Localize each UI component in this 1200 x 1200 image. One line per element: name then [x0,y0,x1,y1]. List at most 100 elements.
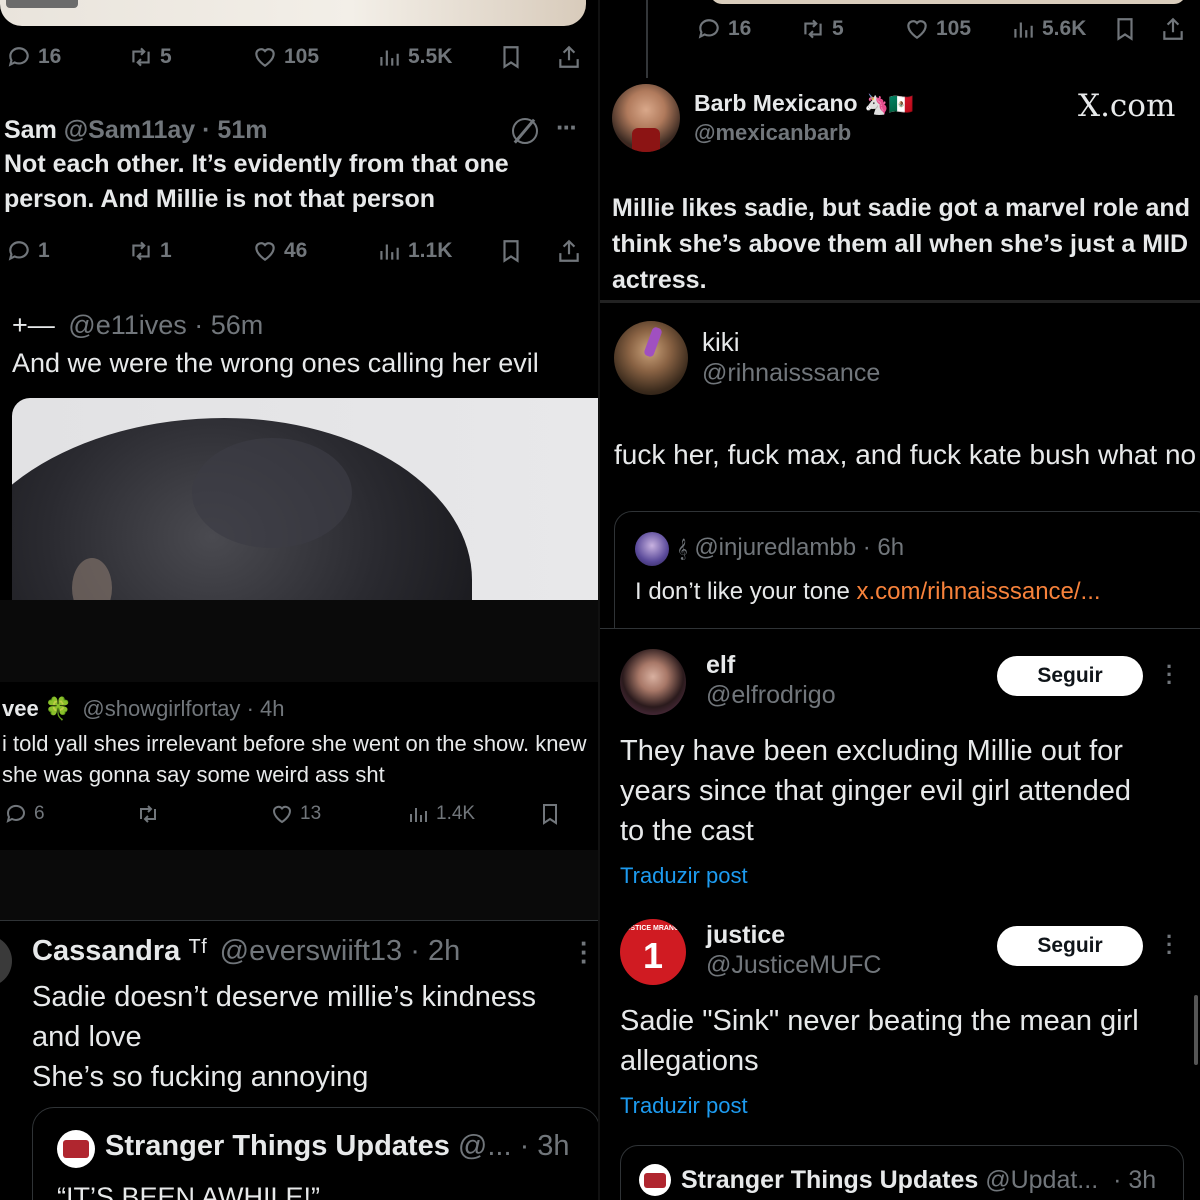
reply-button[interactable]: 6 [4,802,45,826]
quoted-author-handle[interactable]: @injuredlambb [694,534,856,561]
bookmark-button[interactable] [1112,16,1138,42]
post-text: They have been excluding Millie out for … [620,735,1132,847]
author-handle[interactable]: @rihnaisssance [702,359,880,388]
post-image[interactable] [12,398,600,600]
quoted-author-name[interactable]: Stranger Things Updates [681,1166,978,1194]
tweet-sam[interactable]: Sam @Sam11ay · 51m Not each other. It’s … [4,116,594,217]
bookmark-button[interactable] [538,802,562,826]
author-name[interactable]: kiki [702,327,740,358]
author-handle[interactable]: @everswiift13 [220,935,403,967]
post-time: · 2h [410,935,461,967]
panel-vee: vee 🍀 @showgirlfortay · 4h i told yall s… [0,600,600,920]
follow-button[interactable]: Seguir [997,656,1143,696]
translate-link[interactable]: Traduzir post [620,1093,748,1119]
post-text: Millie likes sadie, but sadie got a marv… [612,194,1190,294]
tweet-image-fragment [710,0,1186,4]
retweet-icon [804,19,822,39]
image-badge [6,0,78,8]
avatar[interactable]: JUSTICE MRANCO 1 [620,919,686,985]
author-name[interactable]: Sam [4,116,57,144]
reply-button[interactable]: 16 [696,16,751,42]
author-name[interactable]: elf [706,651,735,680]
quoted-post-time: · 3h [1113,1166,1157,1194]
views-icon [380,50,399,66]
bookmark-button[interactable] [498,238,524,264]
quoted-link[interactable]: x.com/rihnaisssance/... [856,578,1100,605]
author-handle[interactable]: @mexicanbarb [694,120,851,146]
grok-icon[interactable] [512,118,538,144]
views-button[interactable]: 1.1K [376,238,452,264]
heart-icon [272,805,292,824]
author-handle[interactable]: @Sam11ay [64,116,195,144]
retweet-button[interactable] [136,802,160,826]
stranger-things-avatar[interactable] [639,1164,671,1196]
more-options-icon[interactable]: ··· [1166,656,1178,694]
panel-e11ives: +— @e11ives · 56m And we were the wrong … [0,300,600,600]
author-name[interactable]: justice [706,921,785,950]
panel-cassandra: Cassandra ᵀᶠ @everswiift13 · 2h · · · Sadi… [0,920,600,1200]
quoted-text: I don’t like your tone [635,578,857,605]
views-button[interactable]: 5.6K [1010,16,1086,42]
quoted-author-handle[interactable]: @... [458,1130,512,1162]
quoted-tweet[interactable]: Stranger Things Updates @... · 3h “IT’S … [32,1107,600,1200]
clover-emoji: 🍀 [44,696,73,721]
panel-kiki: kiki @rihnaisssance fuck her, fuck max, … [600,300,1200,628]
reply-icon [8,47,29,67]
more-options-icon[interactable]: ··· [556,112,578,143]
divider-band [0,600,600,682]
avatar[interactable] [614,321,688,395]
more-options-icon[interactable]: ··· [1166,926,1178,964]
like-button[interactable]: 105 [904,16,971,42]
author-name[interactable]: Barb Mexicano [694,90,858,116]
author-handle[interactable]: @elfrodrigo [706,681,836,710]
quoted-text: “IT’S BEEN AWHILE!” [57,1182,321,1200]
thread-line [646,0,648,78]
translate-link[interactable]: Traduzir post [620,863,748,889]
reply-icon [6,804,25,823]
quoted-avatar[interactable] [635,532,669,566]
avatar[interactable] [612,84,680,152]
share-button[interactable] [556,44,582,70]
share-icon [559,239,579,262]
bookmark-icon [543,804,557,825]
quoted-author-name[interactable]: Stranger Things Updates [105,1130,450,1162]
follow-button[interactable]: Seguir [997,926,1143,966]
quoted-tweet[interactable]: 𝄞 @injuredlambb · 6h I don’t like your t… [614,511,1200,628]
author-name[interactable]: Cassandra [32,935,180,967]
reply-button[interactable]: 1 [6,238,50,264]
avatar[interactable] [0,935,12,987]
author-handle[interactable]: @JusticeMUFC [706,951,881,980]
retweet-button[interactable]: 1 [128,238,172,264]
name-glyph: ᵀᶠ [188,935,208,967]
tweet-image-fragment [0,0,586,26]
like-button[interactable]: 46 [252,238,307,264]
retweet-button[interactable]: 5 [800,16,844,42]
author-handle[interactable]: @showgirlfortay [82,696,240,721]
like-button[interactable]: 105 [252,44,319,70]
post-text: Sadie doesn’t deserve millie’s kindness … [32,981,537,1093]
share-button[interactable] [1160,16,1186,42]
views-icon [410,808,427,822]
stranger-things-avatar[interactable] [57,1130,95,1168]
views-button[interactable]: 1.4K [406,802,475,826]
retweet-button[interactable]: 5 [128,44,172,70]
bookmark-button[interactable] [498,44,524,70]
quoted-author-handle[interactable]: @Updat... [985,1166,1098,1194]
author-name[interactable]: vee [2,696,39,721]
reply-button[interactable]: 16 [6,44,61,70]
hair-highlight [192,438,352,548]
author-name[interactable]: +— [12,310,55,340]
author-handle[interactable]: @e11ives [68,310,186,340]
post-text: Not each other. It’s evidently from that… [4,150,509,213]
like-button[interactable]: 13 [270,802,321,826]
post-text: fuck her, fuck max, and fuck kate bush w… [614,439,1197,470]
avatar[interactable] [620,649,686,715]
share-button[interactable] [556,238,582,264]
scrollbar[interactable] [1194,995,1198,1065]
avatar-text: JUSTICE MRANCO [621,925,685,932]
more-options-icon[interactable]: ··· [580,930,594,974]
x-watermark: X.com [1078,88,1176,124]
quoted-tweet[interactable]: Stranger Things Updates @Updat... · 3h [620,1145,1184,1200]
views-button[interactable]: 5.5K [376,44,452,70]
name-emoji: 🦄🇲🇽 [864,94,914,116]
